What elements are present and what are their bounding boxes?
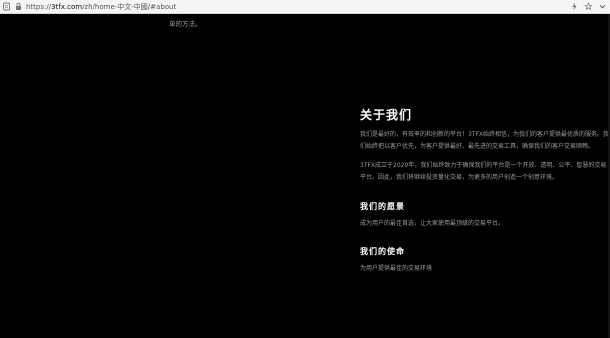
about-paragraph-1: 我们是最好的，有效率的和创新的平台！3TFX始终相信，为我们的客户提供最优质的服…	[360, 131, 610, 150]
mission-text: 为用户提供最佳的交易环境	[360, 264, 433, 272]
partial-text-line: 单的方法。	[169, 20, 202, 28]
vision-text: 成为用户的最佳首选，让大家使用最顶级的交易平台。	[360, 220, 505, 227]
about-section: 关于我们 我们是最好的，有效率的和创新的平台！3TFX始终相信，为我们的客户提供…	[360, 106, 610, 281]
about-title: 关于我们	[360, 108, 413, 122]
mission-title: 我们的使命	[360, 246, 405, 256]
address-bar-actions	[568, 1, 610, 13]
star-icon[interactable]	[582, 1, 594, 13]
vision-title: 我们的愿景	[360, 202, 405, 211]
url-field[interactable]: https://3tfx.com/zh/home-中文-中國/#about	[26, 2, 176, 12]
about-paragraph-2: 3TFX成立于2020年，我们始终致力于确保我们的平台是一个开放、透明、公平、智…	[360, 162, 607, 181]
lightning-icon[interactable]	[568, 1, 580, 13]
chevron-down-icon[interactable]	[596, 1, 608, 13]
browser-address-bar: https://3tfx.com/zh/home-中文-中國/#about	[0, 0, 610, 14]
lock-icon[interactable]	[12, 1, 24, 13]
page-content: 单的方法。 关于我们 我们是最好的，有效率的和创新的平台！3TFX始终相信，为我…	[0, 14, 610, 338]
page-info-icon[interactable]	[0, 1, 12, 13]
